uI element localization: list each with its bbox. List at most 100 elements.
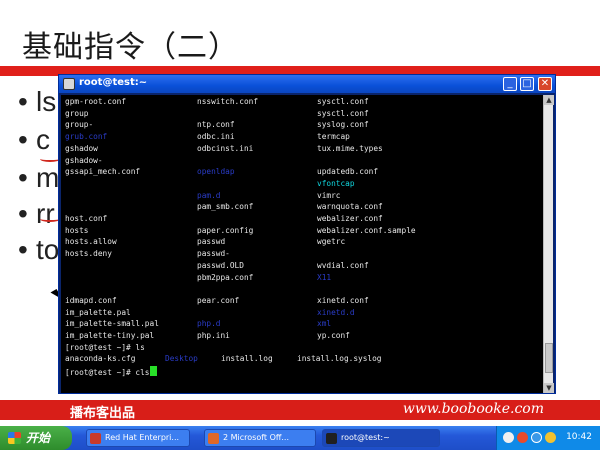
file-entry: xinetd.conf xyxy=(317,295,369,305)
file-entry: group- xyxy=(65,120,94,130)
minimize-button[interactable]: _ xyxy=(503,77,517,91)
file-entry: nsswitch.conf xyxy=(197,97,259,106)
file-entry: grub.conf xyxy=(65,132,108,142)
terminal-line: hosts.deny passwd- xyxy=(65,249,545,261)
bullet-item: • to xyxy=(18,234,60,265)
terminal-line: im_palette-tiny.pal php.ini yp.conf xyxy=(65,331,545,343)
terminal-prompt[interactable]: [root@test ~]# cls xyxy=(65,366,545,378)
bullet-text: ls xyxy=(36,86,57,117)
tray-icon[interactable] xyxy=(503,432,514,443)
file-entry: pam.d xyxy=(197,190,221,200)
file-entry: hosts.allow xyxy=(65,237,117,247)
file-entry: pear.conf xyxy=(197,295,240,305)
bullet-text: to xyxy=(36,234,60,265)
bullet-item: • m xyxy=(18,162,60,193)
terminal-line: idmapd.conf pear.conf xinetd.conf xyxy=(65,296,545,308)
taskbar-item[interactable]: 2 Microsoft Off... xyxy=(204,429,316,447)
terminal-line: gshadow odbcinst.ini tux.mime.types xyxy=(65,144,545,156)
start-button[interactable]: 开始 xyxy=(0,426,72,450)
bullet-text: m xyxy=(36,162,60,193)
file-entry: im_palette.pal xyxy=(65,307,131,317)
file-entry: warnquota.conf xyxy=(317,202,383,212)
file-entry: passwd xyxy=(197,237,226,247)
close-button[interactable]: ✕ xyxy=(538,77,552,91)
file-entry: pbm2ppa.conf xyxy=(197,272,254,282)
terminal-line: passwd.OLD wvdial.conf xyxy=(65,261,545,273)
window-titlebar[interactable]: root@test:~ _ □ ✕ xyxy=(59,75,555,93)
file-entry: im_palette-small.pal xyxy=(65,319,159,329)
tray-icon[interactable] xyxy=(531,432,542,443)
windows-logo-icon xyxy=(8,432,21,444)
file-entry: xml xyxy=(317,319,332,329)
taskbar-item[interactable]: root@test:~ xyxy=(322,429,440,447)
start-label: 开始 xyxy=(26,431,51,445)
scroll-down-icon[interactable]: ▼ xyxy=(544,383,554,393)
file-entry: gpm-root.conf xyxy=(65,97,127,106)
terminal-icon xyxy=(63,78,75,90)
file-entry: passwd- xyxy=(197,249,230,259)
scrollbar-thumb[interactable] xyxy=(545,343,553,373)
scrollbar[interactable]: ▲ ▼ xyxy=(543,95,554,393)
terminal-window[interactable]: root@test:~ _ □ ✕ gpm-root.conf nsswitch.… xyxy=(58,74,556,394)
file-entry: php.ini xyxy=(197,331,230,340)
tray-icon[interactable] xyxy=(517,432,528,443)
file-entry: paper.config xyxy=(197,225,254,235)
terminal-line: pam.d vimrc xyxy=(65,191,545,203)
terminal-line: pbm2ppa.conf X11 xyxy=(65,273,545,285)
file-entry: odbcinst.ini xyxy=(197,143,254,153)
volume-icon[interactable] xyxy=(545,432,556,443)
file-entry: Desktop xyxy=(165,354,198,364)
file-entry: termcap xyxy=(317,132,350,142)
file-entry: php.d xyxy=(197,319,221,329)
file-entry: X11 xyxy=(317,272,332,282)
terminal-prompt: [root@test ~]# ls xyxy=(65,342,145,352)
maximize-button[interactable]: □ xyxy=(520,77,534,91)
annotation-underline xyxy=(40,216,60,222)
file-entry: updatedb.conf xyxy=(317,167,379,177)
office-icon xyxy=(208,433,219,444)
taskbar: 开始 Red Hat Enterpri... 2 Microsoft Off..… xyxy=(0,426,600,450)
file-entry: install.log xyxy=(221,354,273,364)
file-entry: tux.mime.types xyxy=(317,143,383,153)
window-title: root@test:~ xyxy=(79,77,148,88)
bullet-text: rr xyxy=(36,198,55,229)
file-entry: xinetd.d xyxy=(317,307,355,317)
file-entry: odbc.ini xyxy=(197,132,235,142)
file-entry: sysctl.conf xyxy=(317,97,369,106)
terminal-line: group sysctl.conf xyxy=(65,109,545,121)
terminal-input[interactable]: [root@test ~]# cls xyxy=(65,368,150,377)
file-entry: webalizer.conf xyxy=(317,214,383,223)
terminal-icon xyxy=(326,433,337,444)
file-entry: openldap xyxy=(197,167,235,177)
file-entry: wvdial.conf xyxy=(317,260,369,270)
file-entry: group xyxy=(65,108,89,118)
terminal-line: gssapi_mech.conf openldap updatedb.conf xyxy=(65,167,545,179)
file-entry: ntp.conf xyxy=(197,120,235,130)
file-entry: gshadow- xyxy=(65,155,103,165)
file-entry: passwd.OLD xyxy=(197,260,244,270)
bullet-text: c xyxy=(36,124,50,155)
taskbar-item-label: 2 Microsoft Off... xyxy=(223,433,290,442)
terminal-line: hosts.allow passwd wgetrc xyxy=(65,237,545,249)
taskbar-item[interactable]: Red Hat Enterpri... xyxy=(86,429,190,447)
terminal-output[interactable]: gpm-root.conf nsswitch.conf sysctl.conf gro… xyxy=(61,95,545,393)
bullet-item: • ls xyxy=(18,86,57,117)
file-entry: anaconda-ks.cfg xyxy=(65,354,136,364)
file-entry: gssapi_mech.conf xyxy=(65,167,141,177)
file-entry: hosts xyxy=(65,225,89,235)
terminal-line: hosts paper.config webalizer.conf.sample xyxy=(65,226,545,238)
file-entry: syslog.conf xyxy=(317,120,369,130)
file-entry: hosts.deny xyxy=(65,249,112,259)
file-entry: host.conf xyxy=(65,214,108,223)
footer-url: www.boobooke.com xyxy=(402,401,544,417)
terminal-line: im_palette-small.pal php.d xml xyxy=(65,319,545,331)
clock: 10:42 xyxy=(566,432,592,442)
taskbar-item-label: root@test:~ xyxy=(341,433,390,442)
file-entry: im_palette-tiny.pal xyxy=(65,331,155,340)
scroll-up-icon[interactable]: ▲ xyxy=(544,95,554,105)
terminal-line: vfontcap xyxy=(65,179,545,191)
file-entry: vimrc xyxy=(317,190,341,200)
file-entry: idmapd.conf xyxy=(65,295,117,305)
bullet-item: • c xyxy=(18,124,50,155)
